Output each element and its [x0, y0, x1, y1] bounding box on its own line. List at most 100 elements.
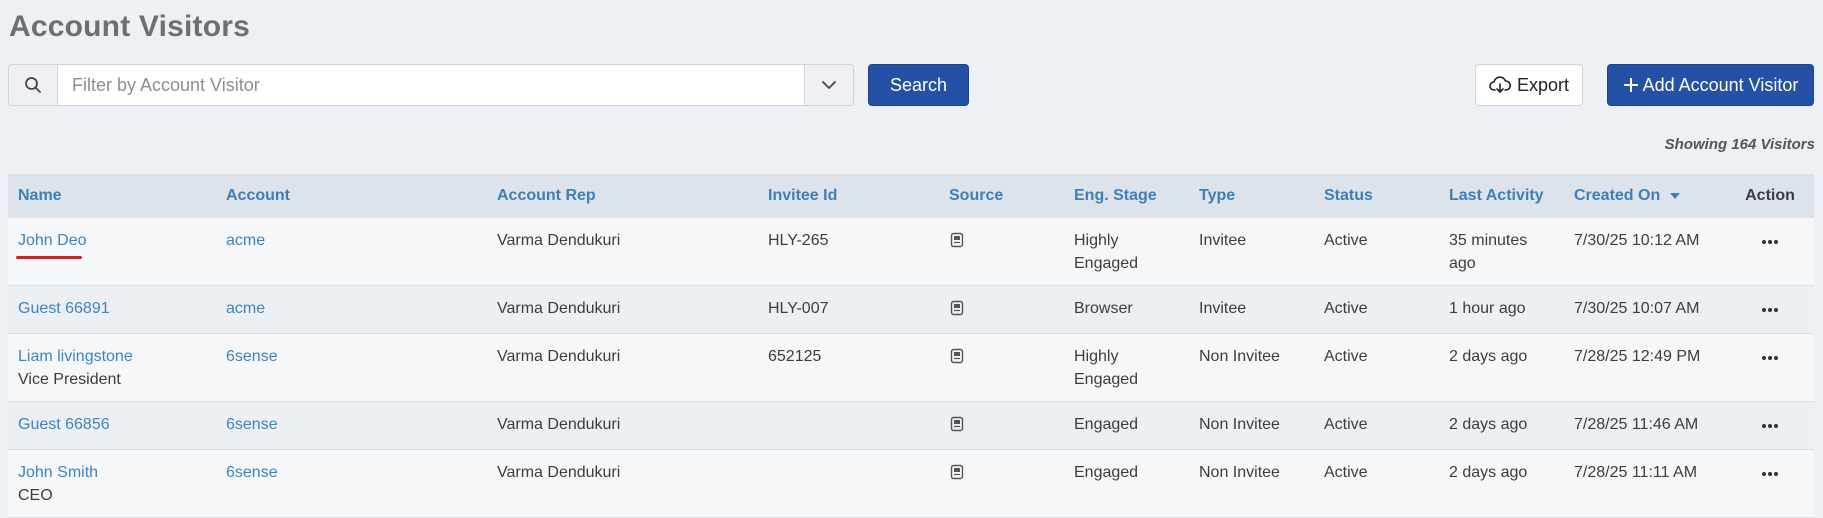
cell-account: acme: [216, 285, 487, 334]
visitor-name-link[interactable]: John Smith: [18, 461, 206, 484]
col-account[interactable]: Account: [216, 174, 487, 218]
search-button[interactable]: Search: [868, 64, 969, 106]
cell-invitee-id: HLY-265: [758, 218, 939, 286]
cell-type: Invitee: [1189, 218, 1314, 286]
col-name[interactable]: Name: [8, 174, 216, 218]
visitor-title: CEO: [18, 487, 53, 504]
cell-eng-stage: Highly Engaged: [1064, 333, 1189, 402]
table-row[interactable]: Liam livingstone Vice President 6sense Varm…: [8, 333, 1814, 402]
cell-type: Invitee: [1189, 285, 1314, 334]
cell-created-on: 7/28/25 11:11 AM: [1564, 449, 1726, 518]
cell-source: [939, 218, 1064, 286]
cell-source: [939, 285, 1064, 334]
showing-count: Showing 164 Visitors: [1664, 136, 1815, 153]
cell-invitee-id: HLY-007: [758, 285, 939, 334]
cell-source: [939, 333, 1064, 402]
cell-name: Guest 66891: [8, 285, 216, 334]
cell-action[interactable]: [1726, 401, 1814, 450]
plus-icon: [1623, 78, 1638, 92]
cell-name: John Smith CEO: [8, 449, 216, 518]
account-link[interactable]: acme: [226, 232, 265, 249]
col-account-rep[interactable]: Account Rep: [487, 174, 758, 218]
device-icon: [950, 348, 964, 364]
cell-name: John Deo: [8, 218, 216, 286]
export-button[interactable]: Export: [1475, 64, 1583, 106]
cell-created-on: 7/30/25 10:12 AM: [1564, 218, 1726, 286]
account-link[interactable]: 6sense: [226, 348, 278, 365]
cell-type: Non Invitee: [1189, 449, 1314, 518]
col-created-on[interactable]: Created On: [1564, 174, 1726, 218]
search-input[interactable]: [58, 65, 804, 105]
chevron-down-icon[interactable]: [804, 65, 853, 105]
cell-status: Active: [1314, 285, 1439, 334]
page-title: Account Visitors: [9, 10, 251, 43]
cell-action[interactable]: [1726, 218, 1814, 286]
col-created-on-label: Created On: [1574, 187, 1661, 204]
cell-name: Guest 66856: [8, 401, 216, 450]
cell-status: Active: [1314, 449, 1439, 518]
add-account-visitor-button[interactable]: Add Account Visitor: [1607, 64, 1814, 106]
table-row[interactable]: Guest 66856 6sense Varma Dendukuri Engaged N…: [8, 401, 1814, 450]
more-horizontal-icon: [1762, 356, 1778, 360]
cell-status: Active: [1314, 401, 1439, 450]
col-last-activity[interactable]: Last Activity: [1439, 174, 1564, 218]
cell-name: Liam livingstone Vice President: [8, 333, 216, 402]
table-row[interactable]: John Smith CEO 6sense Varma Dendukuri Engage…: [8, 449, 1814, 518]
cell-last-activity: 2 days ago: [1439, 449, 1564, 518]
col-type[interactable]: Type: [1189, 174, 1314, 218]
table-row[interactable]: Guest 66891 acme Varma Dendukuri HLY-007 Bro…: [8, 285, 1814, 334]
device-icon: [950, 464, 964, 480]
device-icon: [950, 300, 964, 316]
annotation-underline: [16, 256, 82, 259]
cell-invitee-id: [758, 449, 939, 518]
visitor-name-link[interactable]: Liam livingstone: [18, 345, 206, 368]
cell-account: acme: [216, 218, 487, 286]
cell-eng-stage: Engaged: [1064, 449, 1189, 518]
cell-account-rep: Varma Dendukuri: [487, 333, 758, 402]
sort-desc-icon: [1669, 193, 1680, 199]
cell-type: Non Invitee: [1189, 401, 1314, 450]
cell-action[interactable]: [1726, 333, 1814, 402]
col-invitee-id[interactable]: Invitee Id: [758, 174, 939, 218]
cell-last-activity: 35 minutes ago: [1439, 218, 1564, 286]
cell-type: Non Invitee: [1189, 333, 1314, 402]
visitor-name-link[interactable]: John Deo: [18, 229, 206, 252]
more-horizontal-icon: [1762, 308, 1778, 312]
device-icon: [950, 232, 964, 248]
cell-action[interactable]: [1726, 449, 1814, 518]
search-icon[interactable]: [9, 65, 58, 105]
cell-account-rep: Varma Dendukuri: [487, 401, 758, 450]
col-status[interactable]: Status: [1314, 174, 1439, 218]
more-horizontal-icon: [1762, 424, 1778, 428]
cell-account: 6sense: [216, 449, 487, 518]
col-source[interactable]: Source: [939, 174, 1064, 218]
cell-created-on: 7/30/25 10:07 AM: [1564, 285, 1726, 334]
device-icon: [950, 416, 964, 432]
cell-status: Active: [1314, 333, 1439, 402]
cell-account: 6sense: [216, 401, 487, 450]
visitor-name-link[interactable]: Guest 66891: [18, 297, 206, 320]
table-header-row: Name Account Account Rep Invitee Id Sour…: [8, 174, 1814, 218]
cell-source: [939, 401, 1064, 450]
cell-created-on: 7/28/25 12:49 PM: [1564, 333, 1726, 402]
cell-action[interactable]: [1726, 285, 1814, 334]
account-link[interactable]: 6sense: [226, 416, 278, 433]
account-link[interactable]: acme: [226, 300, 265, 317]
more-horizontal-icon: [1762, 240, 1778, 244]
table-row[interactable]: John Deo acme Varma Dendukuri HLY-265 Highly…: [8, 218, 1814, 286]
account-link[interactable]: 6sense: [226, 464, 278, 481]
cell-last-activity: 2 days ago: [1439, 333, 1564, 402]
cell-last-activity: 1 hour ago: [1439, 285, 1564, 334]
visitor-title: Vice President: [18, 371, 121, 388]
cell-invitee-id: [758, 401, 939, 450]
cloud-download-icon: [1489, 76, 1511, 93]
cell-account-rep: Varma Dendukuri: [487, 449, 758, 518]
cell-eng-stage: Highly Engaged: [1064, 218, 1189, 286]
visitors-table: Name Account Account Rep Invitee Id Sour…: [8, 174, 1814, 518]
cell-created-on: 7/28/25 11:46 AM: [1564, 401, 1726, 450]
visitor-name-link[interactable]: Guest 66856: [18, 413, 206, 436]
col-eng-stage[interactable]: Eng. Stage: [1064, 174, 1189, 218]
cell-account-rep: Varma Dendukuri: [487, 218, 758, 286]
cell-invitee-id: 652125: [758, 333, 939, 402]
cell-last-activity: 2 days ago: [1439, 401, 1564, 450]
